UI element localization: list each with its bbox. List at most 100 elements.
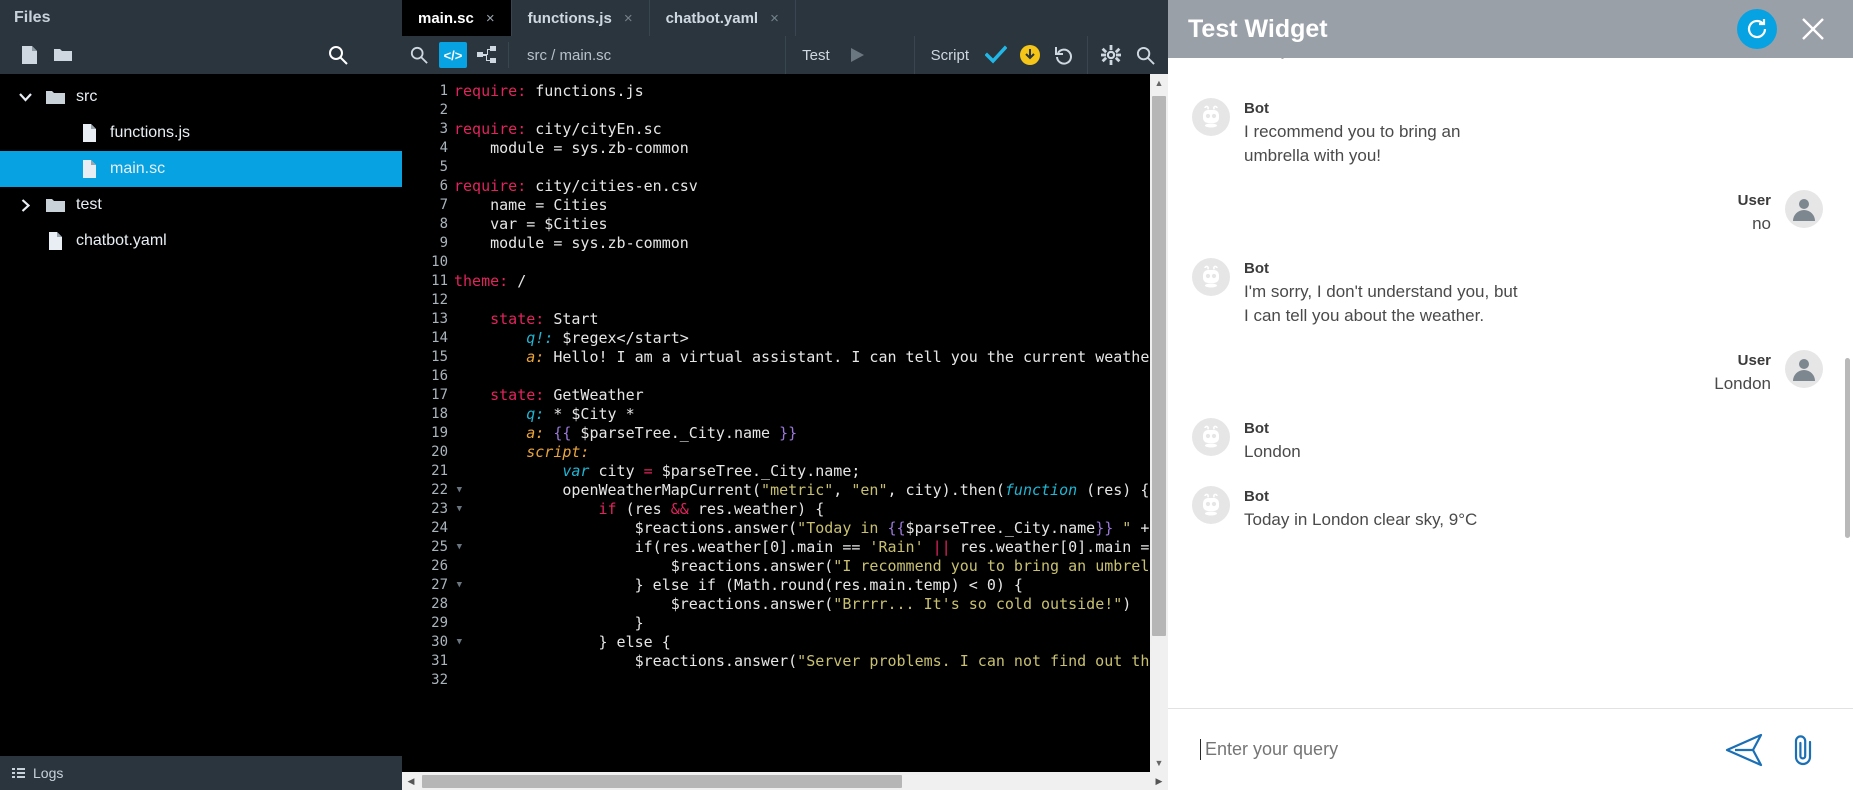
chevron-right-icon[interactable] bbox=[10, 199, 40, 212]
code-token: theme: bbox=[454, 272, 508, 290]
code-token: require: bbox=[454, 82, 526, 100]
tab-close-icon[interactable]: × bbox=[624, 10, 633, 27]
folder-icon bbox=[40, 198, 70, 213]
code-token: "I recommend you to bring an umbrella wi… bbox=[833, 557, 1168, 575]
code-content[interactable]: require: functions.js require: city/city… bbox=[454, 74, 1168, 772]
horizontal-scroll-thumb[interactable] bbox=[422, 775, 902, 788]
send-icon[interactable] bbox=[1721, 727, 1767, 773]
line-number: 15 bbox=[402, 348, 454, 367]
code-line bbox=[454, 671, 1168, 690]
code-token: module = sys.zb-common bbox=[454, 234, 689, 252]
line-number: 19 bbox=[402, 424, 454, 443]
tree-item-src[interactable]: src bbox=[0, 79, 402, 115]
code-token: city/cityEn.sc bbox=[526, 120, 661, 138]
editor-vertical-scrollbar[interactable]: ▲ ▼ bbox=[1150, 74, 1168, 772]
files-search-icon[interactable] bbox=[328, 36, 348, 74]
chevron-down-icon[interactable] bbox=[10, 93, 40, 102]
chat-message-list[interactable]: Today in Zurich broken clouds, 12°CBotI … bbox=[1168, 58, 1853, 708]
code-token: (res) { bbox=[1077, 481, 1149, 499]
code-token: if bbox=[599, 500, 617, 518]
code-token: $reactions.answer( bbox=[454, 557, 833, 575]
gear-icon[interactable] bbox=[1094, 36, 1128, 74]
chat-scroll-thumb[interactable] bbox=[1845, 358, 1850, 538]
tree-item-functions-js[interactable]: functions.js bbox=[0, 115, 402, 151]
code-line: module = sys.zb-common bbox=[454, 139, 1168, 158]
vertical-scroll-thumb[interactable] bbox=[1152, 96, 1166, 636]
editor-tab-functions-js[interactable]: functions.js× bbox=[512, 0, 650, 36]
line-number: 22▼ bbox=[402, 481, 454, 500]
code-token: function bbox=[1005, 481, 1077, 499]
code-token bbox=[454, 424, 526, 442]
editor-tab-chatbot-yaml[interactable]: chatbot.yaml× bbox=[650, 0, 796, 36]
close-icon[interactable] bbox=[1793, 9, 1833, 49]
stop-icon[interactable] bbox=[874, 36, 908, 74]
new-file-icon[interactable] bbox=[12, 40, 46, 70]
tree-item-main-sc[interactable]: main.sc bbox=[0, 151, 402, 187]
scroll-down-arrow[interactable]: ▼ bbox=[1150, 754, 1168, 772]
query-input[interactable] bbox=[1200, 739, 1707, 760]
code-line: q: * $City * bbox=[454, 405, 1168, 424]
graph-view-icon[interactable] bbox=[470, 36, 504, 74]
code-token: $regex</start> bbox=[553, 329, 688, 347]
find-icon[interactable] bbox=[1128, 36, 1162, 74]
files-toolbar bbox=[0, 36, 402, 74]
code-token: $reactions.answer( bbox=[454, 519, 797, 537]
code-token bbox=[454, 348, 526, 366]
script-label: Script bbox=[921, 47, 979, 64]
file-icon bbox=[74, 160, 104, 178]
scroll-left-arrow[interactable]: ◀ bbox=[402, 776, 420, 787]
line-number: 8 bbox=[402, 215, 454, 234]
code-token: q: bbox=[526, 405, 544, 423]
line-number: 6 bbox=[402, 177, 454, 196]
line-number: 23▼ bbox=[402, 500, 454, 519]
scroll-up-arrow[interactable]: ▲ bbox=[1150, 74, 1168, 92]
tab-close-icon[interactable]: × bbox=[770, 10, 779, 27]
code-line: q!: $regex</start> bbox=[454, 329, 1168, 348]
code-token bbox=[544, 424, 553, 442]
tree-item-label: functions.js bbox=[104, 124, 190, 142]
code-line: module = sys.zb-common bbox=[454, 234, 1168, 253]
line-number: 29 bbox=[402, 614, 454, 633]
line-number: 24 bbox=[402, 519, 454, 538]
code-token bbox=[454, 500, 599, 518]
tab-close-icon[interactable]: × bbox=[486, 10, 495, 27]
files-panel-header: Files bbox=[0, 0, 402, 36]
undo-icon[interactable] bbox=[1047, 36, 1081, 74]
code-token: ) bbox=[1122, 595, 1131, 613]
code-view-icon[interactable]: </> bbox=[436, 36, 470, 74]
code-token: } else { bbox=[454, 633, 671, 651]
code-line: $reactions.answer("Server problems. I ca… bbox=[454, 652, 1168, 671]
new-folder-icon[interactable] bbox=[46, 40, 80, 70]
line-number: 25▼ bbox=[402, 538, 454, 557]
code-token bbox=[454, 443, 526, 461]
play-icon[interactable] bbox=[840, 36, 874, 74]
code-editor[interactable]: 12345678910111213141516171819202122▼23▼2… bbox=[402, 74, 1168, 772]
chat-message-text: London bbox=[1244, 440, 1301, 464]
script-controls: Script bbox=[914, 36, 1087, 74]
chat-sender-name: Bot bbox=[1244, 486, 1477, 508]
code-line: require: city/cities-en.csv bbox=[454, 177, 1168, 196]
scroll-right-arrow[interactable]: ▶ bbox=[1150, 776, 1168, 787]
code-token bbox=[454, 310, 490, 328]
code-token: require: bbox=[454, 120, 526, 138]
logs-bar[interactable]: Logs bbox=[0, 756, 402, 790]
refresh-icon[interactable] bbox=[1737, 9, 1777, 49]
check-icon[interactable] bbox=[979, 36, 1013, 74]
code-token: } else if (Math.round(res.main.temp) < 0… bbox=[454, 576, 1023, 594]
code-line: state: Start bbox=[454, 310, 1168, 329]
code-token: require: bbox=[454, 177, 526, 195]
chat-message-text: Today in London clear sky, 9°C bbox=[1244, 508, 1477, 532]
editor-tab-main-sc[interactable]: main.sc× bbox=[402, 0, 512, 36]
chat-message: BotI'm sorry, I don't understand you, bu… bbox=[1192, 258, 1823, 328]
editor-search-icon[interactable] bbox=[402, 36, 436, 74]
download-circle-icon[interactable] bbox=[1013, 36, 1047, 74]
tree-item-test[interactable]: test bbox=[0, 187, 402, 223]
code-token: 'Rain' bbox=[869, 538, 923, 556]
chat-message-text: no bbox=[1738, 212, 1771, 236]
paperclip-icon[interactable] bbox=[1781, 727, 1827, 773]
editor-horizontal-scrollbar[interactable]: ◀ ▶ bbox=[402, 772, 1168, 790]
tree-item-chatbot-yaml[interactable]: chatbot.yaml bbox=[0, 223, 402, 259]
code-token: (res bbox=[617, 500, 671, 518]
code-token: "Brrrr... It's so cold outside!" bbox=[833, 595, 1122, 613]
line-number: 3 bbox=[402, 120, 454, 139]
